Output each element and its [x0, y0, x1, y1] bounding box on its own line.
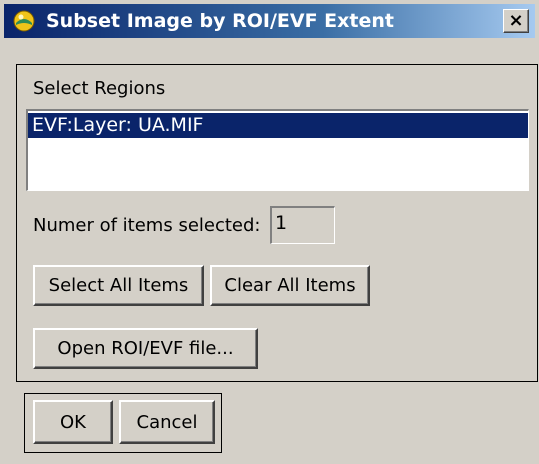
idl-globe-icon — [13, 10, 35, 32]
select-regions-label: Select Regions — [33, 78, 166, 99]
dialog-window: Subset Image by ROI/EVF Extent × Select … — [0, 0, 539, 464]
cancel-button[interactable]: Cancel — [119, 400, 215, 444]
window-title: Subset Image by ROI/EVF Extent — [46, 10, 394, 32]
title-bar[interactable]: Subset Image by ROI/EVF Extent × — [4, 4, 535, 38]
ok-button[interactable]: OK — [33, 400, 113, 444]
items-selected-field: 1 — [270, 206, 335, 244]
items-selected-label: Numer of items selected: — [33, 215, 261, 236]
list-item[interactable]: EVF:Layer: UA.MIF — [28, 113, 528, 138]
close-icon: × — [508, 10, 524, 31]
regions-listbox[interactable]: EVF:Layer: UA.MIF — [26, 109, 529, 191]
clear-all-items-button[interactable]: Clear All Items — [210, 265, 370, 306]
open-roi-evf-file-button[interactable]: Open ROI/EVF file... — [33, 328, 258, 369]
select-all-items-button[interactable]: Select All Items — [33, 265, 204, 306]
close-button[interactable]: × — [503, 9, 529, 33]
